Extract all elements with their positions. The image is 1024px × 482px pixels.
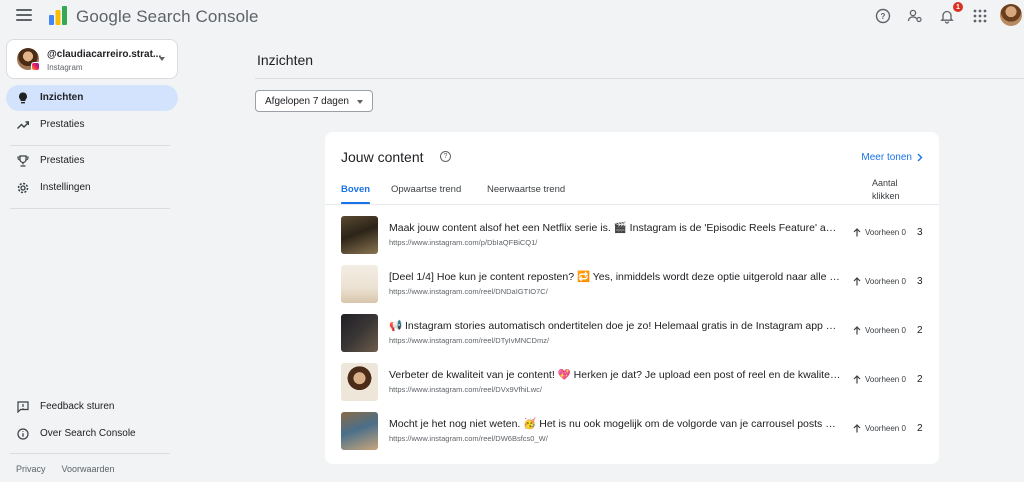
row-url: https://www.instagram.com/reel/DW6Bsfcs0… bbox=[389, 434, 548, 443]
content-thumbnail bbox=[341, 314, 378, 352]
content-row[interactable]: 📢 Instagram stories automatisch ondertit… bbox=[325, 311, 939, 359]
dropdown-caret-icon bbox=[159, 57, 165, 61]
row-clicks: 2 bbox=[917, 325, 923, 336]
sidebar-item-feedback[interactable]: Feedback sturen bbox=[6, 394, 178, 420]
tab-opwaartse-trend[interactable]: Opwaartse trend bbox=[391, 184, 461, 195]
row-url: https://www.instagram.com/reel/DTyIvMNCD… bbox=[389, 336, 550, 345]
column-header-line: Aantal bbox=[872, 178, 898, 188]
arrow-up-icon bbox=[853, 277, 861, 286]
more-link-label: Meer tonen bbox=[861, 152, 912, 163]
title-divider bbox=[255, 78, 1024, 79]
date-range-value: Afgelopen 7 dagen bbox=[265, 96, 349, 107]
column-header-line: klikken bbox=[872, 191, 900, 201]
arrow-up-icon bbox=[853, 375, 861, 384]
property-name: @claudiacarreiro.strat... bbox=[47, 49, 162, 60]
trend-label: Voorheen 0 bbox=[865, 424, 906, 433]
arrow-up-icon bbox=[853, 424, 861, 433]
sidebar-divider bbox=[10, 453, 170, 454]
lightbulb-icon bbox=[17, 92, 29, 104]
sidebar-item-instellingen[interactable]: Instellingen bbox=[6, 175, 178, 201]
trend-label: Voorheen 0 bbox=[865, 375, 906, 384]
app-title: Google Search Console bbox=[76, 7, 259, 26]
sidebar-item-label: Feedback sturen bbox=[40, 401, 115, 412]
chevron-right-icon bbox=[917, 153, 923, 162]
sidebar-footer: Privacy Voorwaarden bbox=[16, 464, 115, 474]
trophy-icon bbox=[17, 155, 29, 167]
notification-count-badge: 1 bbox=[953, 2, 963, 12]
sidebar-item-prestaties-achievements[interactable]: Prestaties bbox=[6, 148, 178, 174]
dropdown-caret-icon bbox=[357, 100, 363, 104]
trending-up-icon bbox=[17, 119, 29, 131]
tab-neerwaartse-trend[interactable]: Neerwaartse trend bbox=[487, 184, 565, 195]
privacy-link[interactable]: Privacy bbox=[16, 464, 46, 474]
sidebar-item-label: Inzichten bbox=[40, 92, 84, 103]
row-trend: Voorheen 0 bbox=[853, 277, 906, 286]
search-console-logo bbox=[49, 6, 67, 25]
content-card: Jouw content ? Meer tonen Boven Opwaarts… bbox=[325, 132, 939, 464]
row-title: 📢 Instagram stories automatisch ondertit… bbox=[389, 320, 841, 332]
row-trend: Voorheen 0 bbox=[853, 424, 906, 433]
row-clicks: 3 bbox=[917, 227, 923, 238]
sidebar-item-prestaties[interactable]: Prestaties bbox=[6, 112, 178, 138]
sidebar-item-about[interactable]: Over Search Console bbox=[6, 421, 178, 447]
notifications-bell-icon[interactable]: 1 bbox=[937, 2, 963, 26]
date-range-select[interactable]: Afgelopen 7 dagen bbox=[255, 90, 373, 112]
page-title: Inzichten bbox=[257, 52, 314, 68]
row-title: Verbeter de kwaliteit van je content! 💖 … bbox=[389, 369, 841, 381]
row-title: [Deel 1/4] Hoe kun je content reposten? … bbox=[389, 271, 841, 283]
row-trend: Voorheen 0 bbox=[853, 326, 906, 335]
content-row[interactable]: Maak jouw content alsof het een Netflix … bbox=[325, 213, 939, 261]
row-url: https://www.instagram.com/reel/DVx9VfhiL… bbox=[389, 385, 542, 394]
header-divider bbox=[325, 204, 939, 205]
content-row[interactable]: Verbeter de kwaliteit van je content! 💖 … bbox=[325, 360, 939, 408]
content-thumbnail bbox=[341, 216, 378, 254]
instagram-icon bbox=[31, 62, 40, 71]
arrow-up-icon bbox=[853, 326, 861, 335]
row-title: Mocht je het nog niet weten. 🥳 Het is nu… bbox=[389, 418, 841, 430]
content-row[interactable]: Mocht je het nog niet weten. 🥳 Het is nu… bbox=[325, 409, 939, 457]
row-clicks: 2 bbox=[917, 374, 923, 385]
info-icon bbox=[17, 428, 29, 440]
sidebar-item-label: Instellingen bbox=[40, 182, 91, 193]
account-avatar[interactable] bbox=[1000, 4, 1022, 26]
sidebar-divider bbox=[10, 145, 170, 146]
row-clicks: 3 bbox=[917, 276, 923, 287]
trend-label: Voorheen 0 bbox=[865, 277, 906, 286]
trend-label: Voorheen 0 bbox=[865, 326, 906, 335]
row-url: https://www.instagram.com/reel/DNDaIGTIO… bbox=[389, 287, 548, 296]
sidebar-divider bbox=[10, 208, 170, 209]
terms-link[interactable]: Voorwaarden bbox=[62, 464, 115, 474]
sidebar-item-inzichten[interactable]: Inzichten bbox=[6, 85, 178, 111]
hamburger-menu-icon[interactable] bbox=[16, 9, 32, 23]
sidebar-item-label: Prestaties bbox=[40, 155, 85, 166]
content-thumbnail bbox=[341, 265, 378, 303]
arrow-up-icon bbox=[853, 228, 861, 237]
row-title: Maak jouw content alsof het een Netflix … bbox=[389, 222, 841, 234]
manage-users-icon[interactable] bbox=[905, 6, 925, 26]
row-url: https://www.instagram.com/p/DbIaQFBiCQ1/ bbox=[389, 238, 538, 247]
tab-boven[interactable]: Boven bbox=[341, 184, 370, 195]
trend-label: Voorheen 0 bbox=[865, 228, 906, 237]
help-icon[interactable]: ? bbox=[873, 6, 893, 26]
sidebar-item-label: Over Search Console bbox=[40, 428, 136, 439]
help-icon[interactable]: ? bbox=[440, 151, 451, 162]
property-selector[interactable]: @claudiacarreiro.strat... Instagram bbox=[6, 39, 178, 79]
apps-grid-icon[interactable] bbox=[970, 6, 990, 26]
feedback-icon bbox=[17, 401, 29, 413]
more-link[interactable]: Meer tonen bbox=[861, 152, 923, 163]
svg-text:?: ? bbox=[881, 12, 886, 21]
row-clicks: 2 bbox=[917, 423, 923, 434]
row-trend: Voorheen 0 bbox=[853, 375, 906, 384]
property-type: Instagram bbox=[47, 63, 83, 72]
gear-icon bbox=[17, 182, 29, 194]
row-trend: Voorheen 0 bbox=[853, 228, 906, 237]
column-header-clicks: Aantal klikken bbox=[872, 177, 900, 203]
content-thumbnail bbox=[341, 363, 378, 401]
sidebar-item-label: Prestaties bbox=[40, 119, 85, 130]
content-thumbnail bbox=[341, 412, 378, 450]
content-row[interactable]: [Deel 1/4] Hoe kun je content reposten? … bbox=[325, 262, 939, 310]
card-title: Jouw content bbox=[341, 149, 424, 165]
top-app-bar: Google Search Console ? 1 bbox=[0, 0, 1024, 36]
